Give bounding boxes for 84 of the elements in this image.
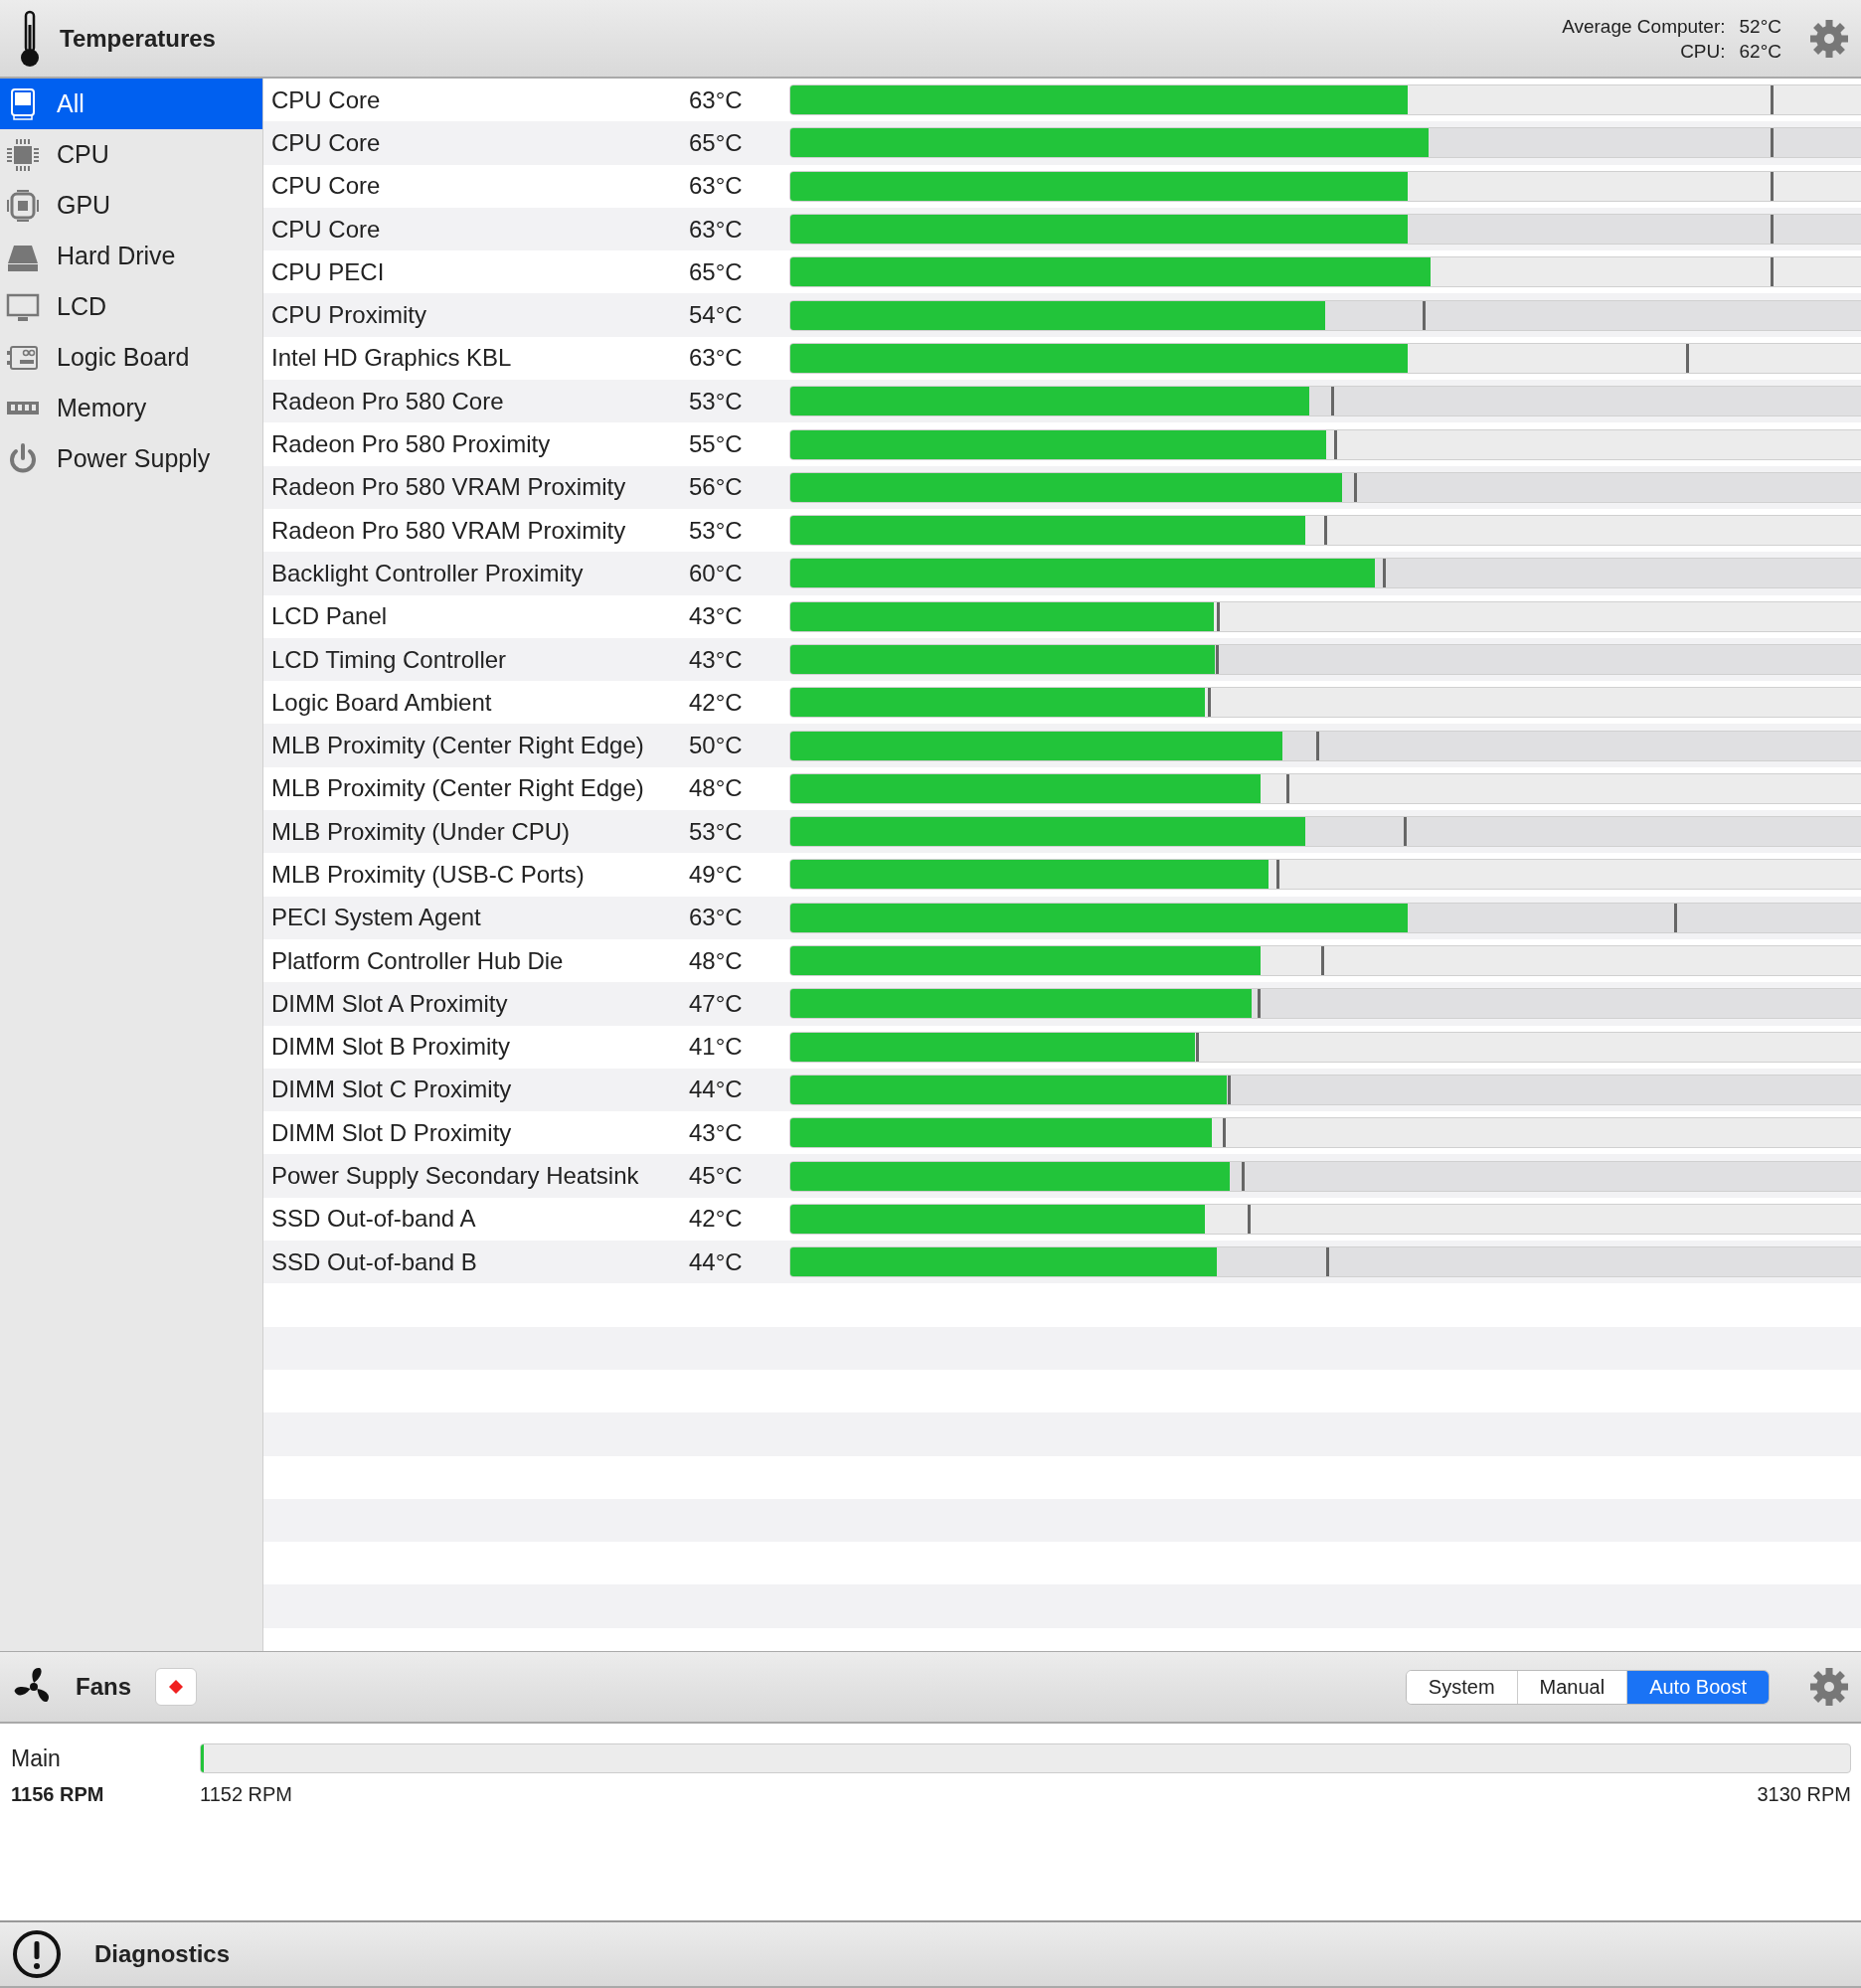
temperature-reading: 53°C <box>689 387 744 415</box>
temperature-reading: 50°C <box>689 732 744 760</box>
summary-value: 62°C <box>1739 39 1781 64</box>
sensor-name: MLB Proximity (Center Right Edge) <box>270 732 645 760</box>
sidebar-item[interactable]: Memory <box>0 383 262 433</box>
temperature-reading: 63°C <box>689 215 744 244</box>
sensor-name: MLB Proximity (Center Right Edge) <box>270 774 645 803</box>
sensor-name: CPU PECI <box>270 257 386 286</box>
sensor-name: SSD Out-of-band A <box>270 1205 477 1234</box>
sidebar-item[interactable]: Power Supply <box>0 433 262 484</box>
temperature-reading: 45°C <box>689 1162 744 1191</box>
summary-value: 52°C <box>1739 14 1781 39</box>
sensor-name: Platform Controller Hub Die <box>270 946 565 975</box>
sensor-name: Radeon Pro 580 VRAM Proximity <box>270 516 627 545</box>
sensor-name: Backlight Controller Proximity <box>270 559 585 587</box>
sensor-name: Power Supply Secondary Heatsink <box>270 1162 640 1191</box>
exclamation-icon <box>12 1929 62 1979</box>
temperature-reading: 63°C <box>689 344 744 373</box>
sensor-name: Radeon Pro 580 VRAM Proximity <box>270 473 627 502</box>
sensor-name: SSD Out-of-band B <box>270 1247 478 1276</box>
panel-title: Temperatures <box>60 24 216 53</box>
settings-icon[interactable] <box>1809 1667 1849 1707</box>
sensor-name: DIMM Slot C Proximity <box>270 1076 513 1104</box>
summary-label: Average Computer: <box>1562 14 1726 39</box>
sensor-name: LCD Timing Controller <box>270 645 508 674</box>
temperature-reading: 63°C <box>689 904 744 932</box>
current-speed: 1156 RPM <box>11 1783 105 1806</box>
temperature-reading: 47°C <box>689 989 744 1018</box>
temperature-reading: 49°C <box>689 861 744 889</box>
max-speed: 3130 RPM <box>1757 1783 1851 1806</box>
diamond-icon <box>169 1680 183 1694</box>
temperature-reading: 43°C <box>689 645 744 674</box>
record-button[interactable] <box>155 1668 197 1706</box>
sensor-name: DIMM Slot B Proximity <box>270 1033 512 1062</box>
temperature-reading: 63°C <box>689 85 744 114</box>
temperature-reading: 65°C <box>689 257 744 286</box>
chip-icon <box>6 188 40 223</box>
temperature-reading: 65°C <box>689 128 744 157</box>
panel-title: Fans <box>76 1673 131 1701</box>
temperature-reading: 41°C <box>689 1033 744 1062</box>
fan-name: Main <box>11 1744 62 1772</box>
temperature-reading: 53°C <box>689 817 744 846</box>
temperature-reading: 43°C <box>689 1118 744 1147</box>
temperature-reading: 56°C <box>689 473 744 502</box>
sidebar-item[interactable]: GPU <box>0 180 262 231</box>
temperature-reading: 63°C <box>689 172 744 201</box>
sensor-name: LCD Panel <box>270 602 389 631</box>
temperature-reading: 48°C <box>689 774 744 803</box>
sensor-name: DIMM Slot D Proximity <box>270 1118 513 1147</box>
sensor-name: Logic Board Ambient <box>270 688 493 717</box>
sensor-name: CPU Core <box>270 128 382 157</box>
sidebar-item[interactable]: LCD <box>0 281 262 332</box>
temperature-reading: 44°C <box>689 1076 744 1104</box>
sensor-name: CPU Proximity <box>270 301 427 330</box>
sensor-name: Radeon Pro 580 Core <box>270 387 505 415</box>
sensor-name: Radeon Pro 580 Proximity <box>270 430 552 458</box>
sensor-name: MLB Proximity (USB-C Ports) <box>270 861 586 889</box>
sensor-name: CPU Core <box>270 172 382 201</box>
sensor-name: CPU Core <box>270 85 382 114</box>
sensor-name: Intel HD Graphics KBL <box>270 344 513 373</box>
sidebar-item[interactable]: CPU <box>0 129 262 180</box>
sensor-name: DIMM Slot A Proximity <box>270 989 509 1018</box>
mode-segment[interactable]: Auto Boost <box>1626 1670 1769 1704</box>
chip-icon <box>6 137 40 172</box>
temperature-reading: 43°C <box>689 602 744 631</box>
temperature-reading: 48°C <box>689 946 744 975</box>
temperature-reading: 60°C <box>689 559 744 587</box>
sidebar-item[interactable]: Logic Board <box>0 332 262 383</box>
temperature-reading: 55°C <box>689 430 744 458</box>
min-speed: 1152 RPM <box>200 1783 293 1806</box>
sidebar-item[interactable]: All <box>0 79 262 129</box>
panel-title: Diagnostics <box>94 1940 231 1968</box>
temperature-reading: 42°C <box>689 1205 744 1234</box>
temperature-reading: 54°C <box>689 301 744 330</box>
sidebar-item[interactable]: Hard Drive <box>0 231 262 281</box>
temperature-reading: 53°C <box>689 516 744 545</box>
temperature-reading: 44°C <box>689 1247 744 1276</box>
sensor-name: MLB Proximity (Under CPU) <box>270 817 572 846</box>
thermometer-icon <box>18 8 42 69</box>
temperature-reading: 42°C <box>689 688 744 717</box>
summary-label: CPU: <box>1679 39 1726 64</box>
sensor-name: CPU Core <box>270 215 382 244</box>
settings-icon[interactable] <box>1809 18 1849 59</box>
sensor-name: PECI System Agent <box>270 904 482 932</box>
